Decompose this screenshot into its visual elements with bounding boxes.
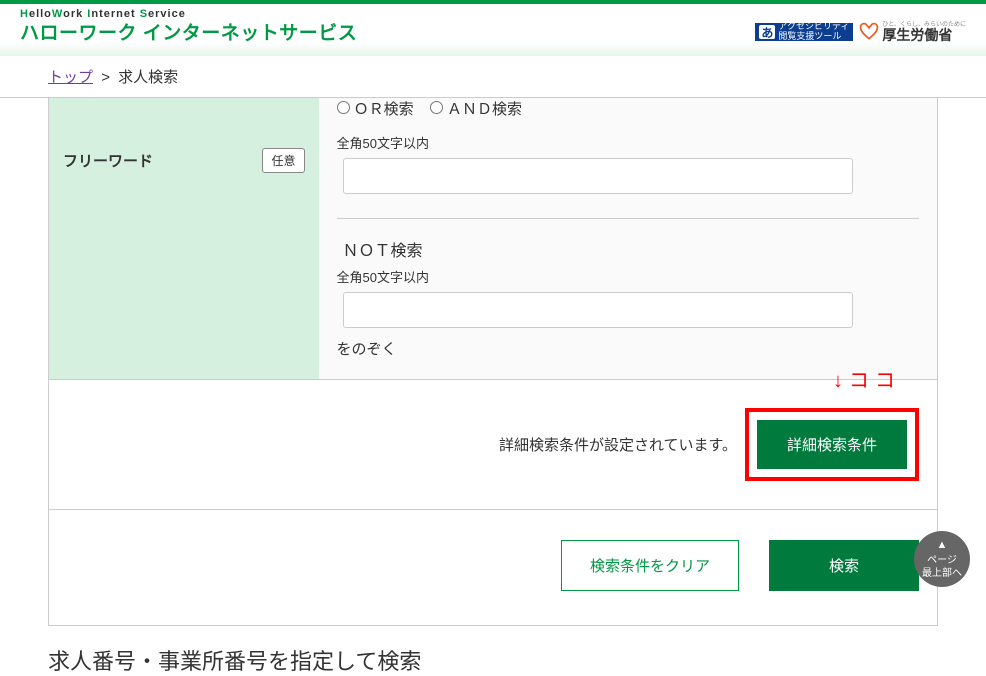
freeword-include-input[interactable]	[343, 158, 853, 194]
freeword-exclude-input[interactable]	[343, 292, 853, 328]
freeword-label-cell: フリーワード 任意	[49, 98, 319, 380]
mhlw-heart-icon	[859, 22, 879, 42]
breadcrumb-top-link[interactable]: トップ	[48, 69, 93, 86]
freeword-label: フリーワード	[63, 150, 153, 171]
search-form-table: フリーワード 任意 ＯＲ検索 ＡＮＤ検索 全角50文字以内	[48, 98, 938, 626]
accessibility-line2: 閲覧支援ツール	[778, 32, 849, 42]
breadcrumb: トップ > 求人検索	[0, 56, 986, 97]
scroll-top-line2: 最上部へ	[922, 567, 962, 580]
action-row: 検索条件をクリア 検索	[49, 510, 938, 626]
detail-message: 詳細検索条件が設定されています。	[499, 434, 737, 455]
annotation-text: ↓ココ	[833, 364, 901, 393]
search-button[interactable]: 検索	[769, 540, 919, 591]
radio-and[interactable]	[430, 101, 443, 114]
header-badges: あ アクセシビリティ 閲覧支援ツール ひと、くらし、みらいのために 厚生労働省	[755, 22, 966, 42]
radio-or-text: ＯＲ検索	[354, 101, 414, 118]
radio-and-label[interactable]: ＡＮＤ検索	[430, 101, 522, 118]
detail-conditions-button[interactable]: 詳細検索条件	[757, 420, 907, 469]
mhlw-name: 厚生労働省	[882, 28, 966, 42]
radio-or[interactable]	[337, 101, 350, 114]
optional-badge: 任意	[262, 148, 304, 173]
accessibility-icon: あ	[759, 25, 775, 39]
freeword-radio-row: ＯＲ検索 ＡＮＤ検索	[337, 98, 920, 133]
scroll-to-top-button[interactable]: ▲ ページ 最上部へ	[914, 531, 970, 587]
radio-or-label[interactable]: ＯＲ検索	[337, 101, 418, 118]
annotation-arrow: ↓ココ	[833, 364, 901, 393]
freeword-include-block: 全角50文字以内	[337, 133, 920, 194]
mhlw-logo[interactable]: ひと、くらし、みらいのために 厚生労働省	[859, 22, 966, 42]
freeword-row: フリーワード 任意 ＯＲ検索 ＡＮＤ検索 全角50文字以内	[49, 98, 938, 380]
chevron-up-icon: ▲	[937, 538, 948, 552]
accessibility-tool-badge[interactable]: あ アクセシビリティ 閲覧支援ツール	[755, 23, 853, 41]
breadcrumb-current: 求人検索	[118, 69, 178, 86]
breadcrumb-sep: >	[101, 69, 110, 86]
next-section-heading: 求人番号・事業所番号を指定して検索	[48, 626, 938, 676]
detail-conditions-row: ↓ココ 詳細検索条件が設定されています。 詳細検索条件	[49, 380, 938, 510]
radio-and-text: ＡＮＤ検索	[447, 101, 522, 118]
site-header: HelloWork Internet Service ハローワーク インターネッ…	[0, 4, 986, 56]
freeword-exclude-suffix: をのぞく	[337, 338, 920, 359]
highlight-frame: 詳細検索条件	[745, 408, 919, 481]
freeword-divider	[337, 218, 920, 219]
action-inner: 検索条件をクリア 検索	[67, 540, 919, 591]
detail-inner: ↓ココ 詳細検索条件が設定されています。 詳細検索条件	[67, 408, 919, 481]
freeword-content-cell: ＯＲ検索 ＡＮＤ検索 全角50文字以内 ＮＯＴ検索 全角50文字以内 をの	[319, 98, 938, 380]
not-search-label: ＮＯＴ検索	[343, 237, 920, 261]
freeword-exclude-hint: 全角50文字以内	[337, 267, 920, 286]
freeword-include-hint: 全角50文字以内	[337, 133, 920, 152]
scroll-top-line1: ページ	[927, 554, 957, 567]
freeword-exclude-block: 全角50文字以内 をのぞく	[337, 267, 920, 359]
main-content: フリーワード 任意 ＯＲ検索 ＡＮＤ検索 全角50文字以内	[0, 97, 986, 676]
clear-conditions-button[interactable]: 検索条件をクリア	[561, 540, 739, 591]
